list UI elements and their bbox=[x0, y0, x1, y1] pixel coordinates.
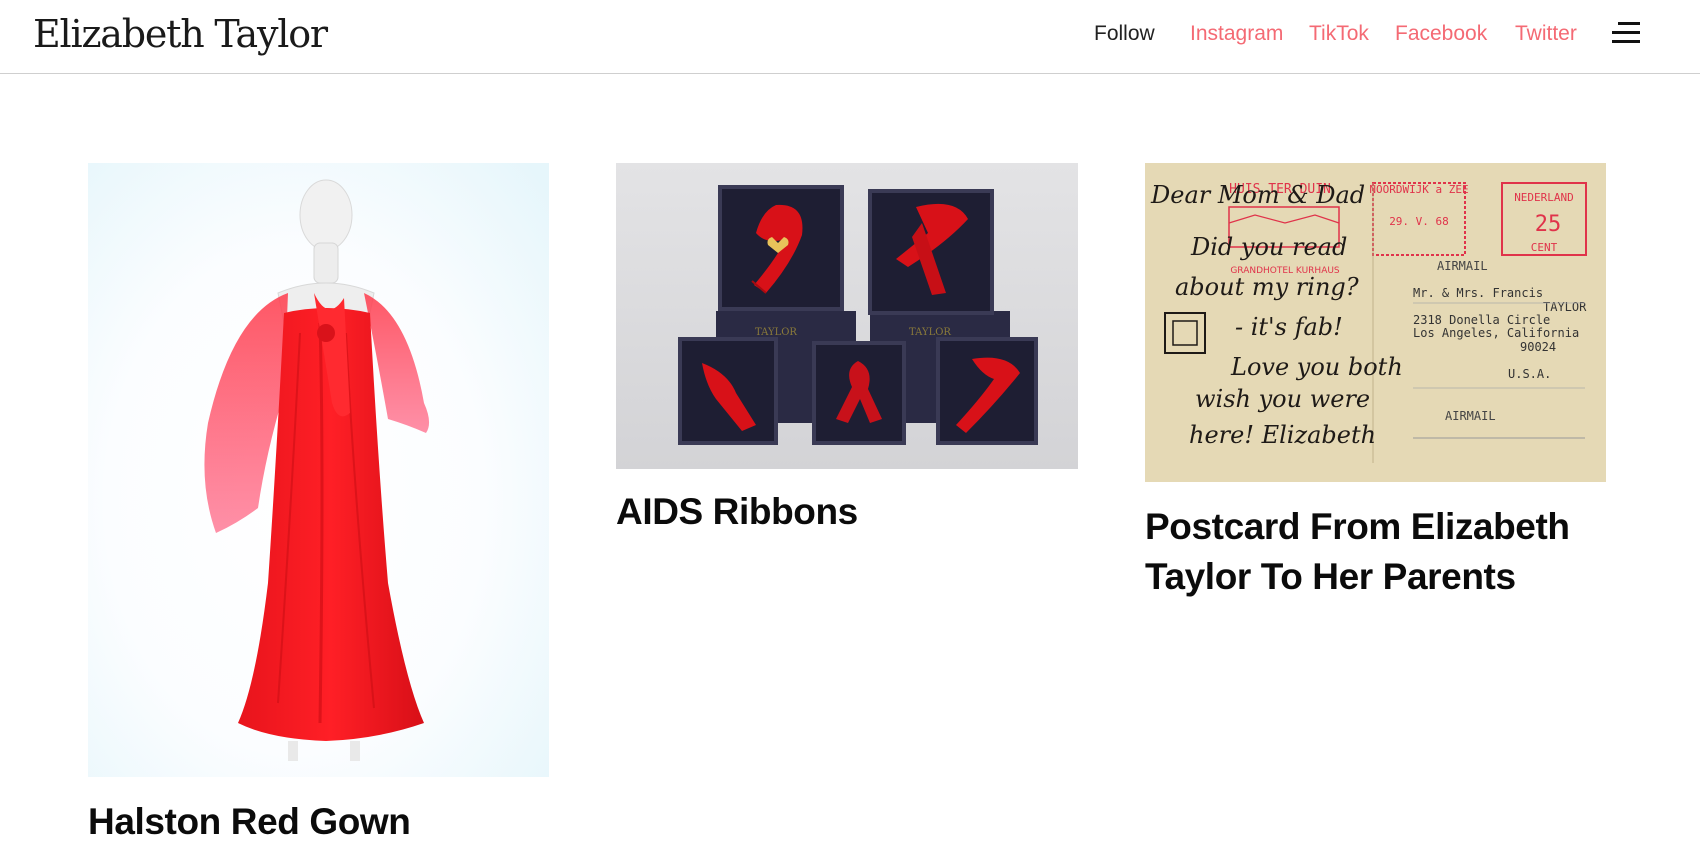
postcard-date: 29. V. 68 bbox=[1389, 215, 1449, 228]
menu-bar bbox=[1618, 22, 1640, 25]
hand-line-6: wish you were bbox=[1195, 385, 1370, 413]
facebook-link[interactable]: Facebook bbox=[1395, 22, 1487, 46]
hamburger-menu-icon[interactable] bbox=[1612, 20, 1640, 44]
card-title[interactable]: Halston Red Gown bbox=[88, 797, 411, 847]
hand-line-3: about my ring? bbox=[1175, 273, 1359, 301]
card-aids-ribbons[interactable]: TAYLOR TAYLOR AIDS Ribbons bbox=[616, 163, 1078, 537]
tiktok-link[interactable]: TikTok bbox=[1309, 22, 1369, 46]
follow-label: Follow bbox=[1094, 22, 1155, 45]
stamp-country: NEDERLAND bbox=[1514, 191, 1574, 204]
twitter-link[interactable]: Twitter bbox=[1515, 22, 1577, 46]
card-postcard[interactable]: NOORDWIJK a ZEE 29. V. 68 NEDERLAND 25 C… bbox=[1145, 163, 1606, 602]
card-title[interactable]: Postcard From Elizabeth Taylor To Her Pa… bbox=[1145, 502, 1606, 602]
hand-line-5: Love you both bbox=[1230, 353, 1403, 381]
postcard-image[interactable]: NOORDWIJK a ZEE 29. V. 68 NEDERLAND 25 C… bbox=[1145, 163, 1606, 482]
addr-line-5: 90024 bbox=[1520, 340, 1556, 354]
gown-image[interactable] bbox=[88, 163, 549, 777]
stamp-value: 25 bbox=[1535, 212, 1562, 237]
card-title[interactable]: AIDS Ribbons bbox=[616, 487, 1078, 537]
addr-line-2: TAYLOR bbox=[1543, 300, 1587, 314]
addr-line-3: 2318 Donella Circle bbox=[1413, 313, 1550, 327]
svg-text:TAYLOR: TAYLOR bbox=[909, 327, 951, 338]
airmail-bottom: AIRMAIL bbox=[1445, 409, 1496, 423]
addr-line-1: Mr. & Mrs. Francis bbox=[1413, 286, 1543, 300]
airmail-top: AIRMAIL bbox=[1437, 259, 1488, 273]
hand-line-1: Dear Mom & Dad bbox=[1150, 181, 1365, 209]
instagram-link[interactable]: Instagram bbox=[1190, 22, 1283, 46]
addr-line-4: Los Angeles, California bbox=[1413, 326, 1579, 340]
addr-line-6: U.S.A. bbox=[1508, 367, 1551, 381]
hand-line-2: Did you read bbox=[1190, 233, 1347, 261]
menu-bar bbox=[1612, 40, 1640, 43]
stamp-unit: CENT bbox=[1531, 241, 1558, 254]
hand-line-4: - it's fab! bbox=[1235, 313, 1343, 341]
card-halston-red-gown[interactable]: Halston Red Gown bbox=[88, 163, 549, 842]
hand-line-7: here! Elizabeth bbox=[1189, 421, 1376, 449]
ribbons-image[interactable]: TAYLOR TAYLOR bbox=[616, 163, 1078, 469]
postcard-town: NOORDWIJK a ZEE bbox=[1369, 183, 1468, 196]
social-nav: Follow Instagram TikTok Facebook Twitter bbox=[0, 22, 1700, 52]
menu-bar bbox=[1612, 31, 1640, 34]
svg-text:TAYLOR: TAYLOR bbox=[755, 327, 797, 338]
site-header: Elizabeth Taylor Follow Instagram TikTok… bbox=[0, 0, 1700, 74]
